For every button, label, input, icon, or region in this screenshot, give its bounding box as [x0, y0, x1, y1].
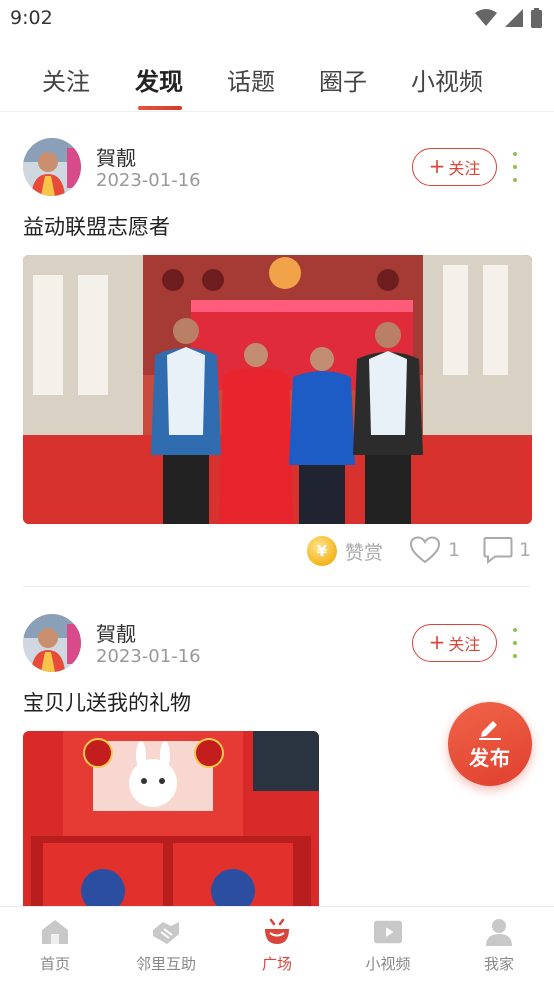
status-time: 9:02	[10, 7, 53, 29]
nav-plaza[interactable]: 广场	[222, 917, 332, 974]
coin-icon: ¥	[307, 536, 337, 566]
tab-follow[interactable]: 关注	[42, 62, 90, 97]
post-image[interactable]	[23, 731, 319, 906]
comment-button[interactable]: 1	[483, 536, 531, 564]
comment-count: 1	[519, 539, 532, 561]
plaza-icon	[262, 917, 292, 947]
volunteers-photo	[23, 255, 532, 524]
nav-label: 小视频	[365, 955, 411, 973]
avatar[interactable]	[23, 138, 81, 196]
video-icon	[373, 917, 403, 947]
post-text: 宝贝儿送我的礼物	[23, 691, 191, 715]
profile-icon	[484, 917, 514, 947]
wifi-icon	[475, 9, 497, 26]
tab-circles[interactable]: 圈子	[319, 62, 367, 97]
nav-label: 我家	[483, 955, 514, 973]
reward-button[interactable]: ¥ 赞赏	[307, 536, 383, 566]
signal-icon	[505, 9, 523, 27]
plus-icon: +	[428, 630, 446, 654]
follow-label: 关注	[448, 635, 481, 654]
plus-icon: +	[428, 154, 446, 178]
bottom-nav: 首页 邻里互助 广场 小视频 我家	[0, 906, 554, 984]
author-name[interactable]: 賀靓	[96, 142, 136, 171]
tab-short-video[interactable]: 小视频	[411, 62, 483, 97]
divider	[23, 586, 531, 587]
gift-box-photo	[23, 731, 319, 906]
status-bar: 9:02	[0, 0, 554, 38]
nav-short-video[interactable]: 小视频	[333, 917, 443, 974]
nav-label: 首页	[39, 955, 70, 973]
nav-neighbor-help[interactable]: 邻里互助	[111, 917, 221, 974]
heart-icon	[410, 536, 440, 564]
active-tab-indicator	[138, 106, 182, 110]
pencil-icon	[479, 720, 501, 740]
author-name[interactable]: 賀靓	[96, 618, 136, 647]
post-text: 益动联盟志愿者	[23, 215, 170, 239]
avatar-photo	[23, 138, 81, 196]
more-options-icon[interactable]	[508, 152, 522, 182]
nav-label: 广场	[261, 955, 292, 973]
post-date: 2023-01-16	[96, 646, 201, 667]
like-count: 1	[448, 539, 461, 561]
feed[interactable]: 賀靓 2023-01-16 + 关注 益动联盟志愿者 ¥ 赞赏 1 1 賀靓 2…	[0, 112, 554, 906]
comment-icon	[483, 537, 513, 564]
nav-home[interactable]: 首页	[0, 917, 110, 974]
home-icon	[40, 917, 70, 947]
publish-label: 发布	[469, 745, 511, 770]
nav-my-home[interactable]: 我家	[444, 917, 554, 974]
tab-discover[interactable]: 发现	[135, 62, 183, 97]
post-image[interactable]	[23, 255, 532, 524]
follow-button[interactable]: + 关注	[412, 624, 497, 662]
post-date: 2023-01-16	[96, 170, 201, 191]
follow-button[interactable]: + 关注	[412, 148, 497, 186]
handshake-icon	[151, 917, 181, 947]
follow-label: 关注	[448, 159, 481, 178]
publish-button[interactable]: 发布	[448, 702, 532, 786]
more-options-icon[interactable]	[508, 628, 522, 658]
reward-label: 赞赏	[345, 541, 384, 564]
post-card: 賀靓 2023-01-16 + 关注 益动联盟志愿者 ¥ 赞赏 1 1	[0, 112, 554, 588]
avatar-photo	[23, 614, 81, 672]
avatar[interactable]	[23, 614, 81, 672]
status-icons	[475, 8, 542, 28]
tab-topics[interactable]: 话题	[227, 62, 275, 97]
battery-icon	[531, 8, 542, 28]
top-tab-bar: 关注 发现 话题 圈子 小视频	[0, 52, 554, 112]
like-button[interactable]: 1	[410, 536, 460, 564]
nav-label: 邻里互助	[135, 955, 196, 973]
post-actions: ¥ 赞赏 1 1	[0, 536, 554, 576]
